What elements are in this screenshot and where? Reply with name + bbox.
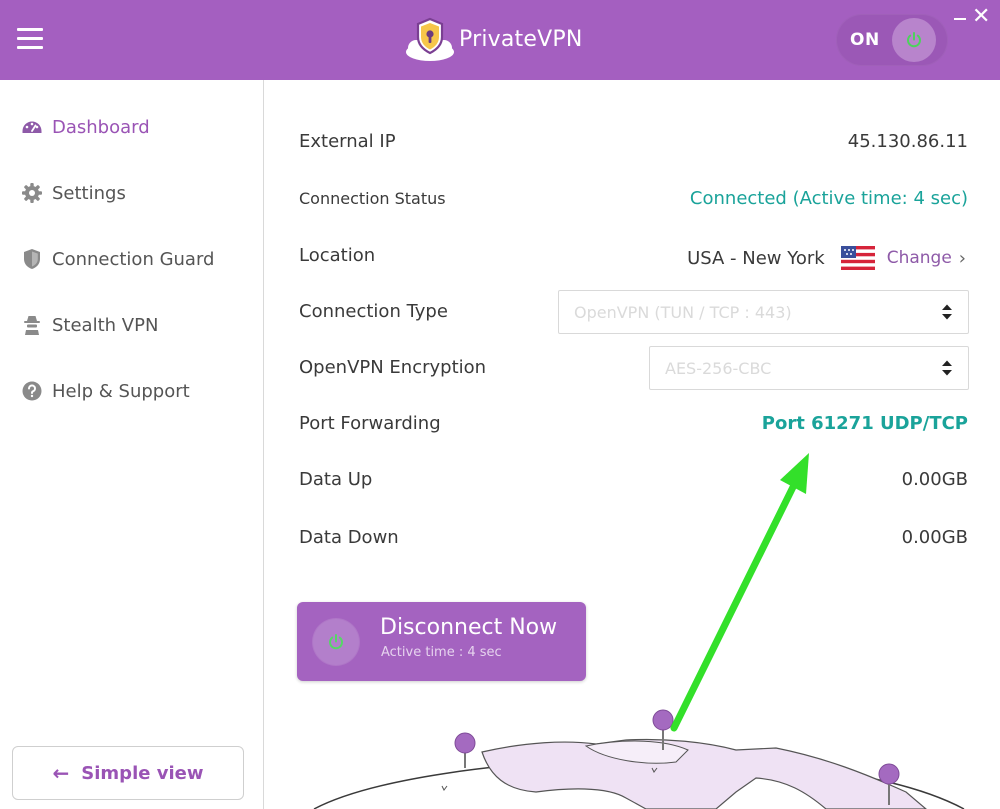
port-forwarding-label: Port Forwarding	[299, 413, 441, 434]
encryption-label: OpenVPN Encryption	[299, 357, 487, 378]
dashboard-gauge-icon	[20, 115, 44, 139]
data-up-value: 0.00GB	[901, 469, 968, 490]
arrow-left-icon: ←	[52, 761, 70, 785]
simple-view-label: Simple view	[81, 762, 204, 784]
connection-status-value: Connected (Active time: 4 sec)	[689, 188, 968, 209]
power-icon	[907, 32, 921, 48]
map-pin	[454, 732, 476, 768]
encryption-select[interactable]: AES-256-CBC	[649, 346, 969, 390]
toggle-knob	[892, 18, 936, 62]
location-value: USA - New York	[687, 247, 825, 269]
shield-keyhole-icon	[406, 17, 454, 61]
toggle-label: ON	[850, 30, 880, 50]
shield-icon	[20, 247, 44, 271]
spy-icon	[20, 313, 44, 337]
sidebar-item-label: Stealth VPN	[52, 314, 159, 336]
data-down-value: 0.00GB	[901, 527, 968, 548]
encryption-selected: AES-256-CBC	[665, 359, 772, 378]
select-arrows-icon	[942, 304, 952, 320]
sidebar-item-stealth-vpn[interactable]: Stealth VPN	[20, 310, 158, 340]
disconnect-now-button[interactable]: Disconnect Now Active time : 4 sec	[297, 602, 586, 681]
location-label: Location	[299, 245, 376, 266]
sidebar: Dashboard Settings Connection Guard Stea…	[0, 80, 264, 809]
minimize-button[interactable]	[954, 8, 967, 22]
sidebar-item-dashboard[interactable]: Dashboard	[20, 112, 150, 142]
brand-logo: PrivateVPN	[403, 16, 582, 62]
world-map-illustration	[313, 709, 965, 809]
dashboard-panel: External IP 45.130.86.11 Connection Stat…	[266, 80, 1000, 809]
simple-view-button[interactable]: ← Simple view	[12, 746, 244, 800]
disconnect-knob	[313, 619, 359, 665]
port-forwarding-value: Port 61271 UDP/TCP	[761, 413, 968, 434]
vpn-on-toggle[interactable]: ON	[836, 14, 948, 66]
sidebar-item-label: Settings	[52, 182, 126, 204]
disconnect-title: Disconnect Now	[380, 615, 558, 640]
data-down-label: Data Down	[299, 527, 399, 548]
question-circle-icon	[20, 379, 44, 403]
gear-icon	[20, 181, 44, 205]
connection-type-label: Connection Type	[299, 301, 448, 322]
power-icon	[329, 634, 343, 650]
external-ip-value: 45.130.86.11	[847, 131, 968, 152]
sidebar-item-label: Help & Support	[52, 380, 190, 402]
sidebar-item-settings[interactable]: Settings	[20, 178, 126, 208]
connection-type-selected: OpenVPN (TUN / TCP : 443)	[574, 303, 792, 322]
us-flag-icon	[840, 246, 875, 270]
sidebar-item-label: Connection Guard	[52, 248, 215, 270]
sidebar-item-help-support[interactable]: Help & Support	[20, 376, 190, 406]
external-ip-label: External IP	[299, 131, 396, 152]
sidebar-item-connection-guard[interactable]: Connection Guard	[20, 244, 214, 274]
disconnect-active-time: Active time : 4 sec	[381, 645, 502, 660]
sidebar-item-label: Dashboard	[52, 116, 150, 138]
data-up-label: Data Up	[299, 469, 373, 490]
location-value-group: USA - New York Change ›	[687, 244, 966, 272]
hamburger-menu-icon[interactable]	[17, 28, 43, 50]
change-location-link[interactable]: Change	[887, 248, 952, 268]
select-arrows-icon	[942, 360, 952, 376]
brand-name: PrivateVPN	[459, 26, 583, 52]
close-button[interactable]: ✕	[972, 6, 992, 28]
connection-type-select[interactable]: OpenVPN (TUN / TCP : 443)	[558, 290, 969, 334]
chevron-right-icon[interactable]: ›	[959, 248, 966, 269]
title-bar: PrivateVPN ON ✕	[0, 0, 1000, 80]
connection-status-label: Connection Status	[299, 189, 446, 208]
app-window: PrivateVPN ON ✕ Dashboard Settings Conne…	[0, 0, 1000, 809]
